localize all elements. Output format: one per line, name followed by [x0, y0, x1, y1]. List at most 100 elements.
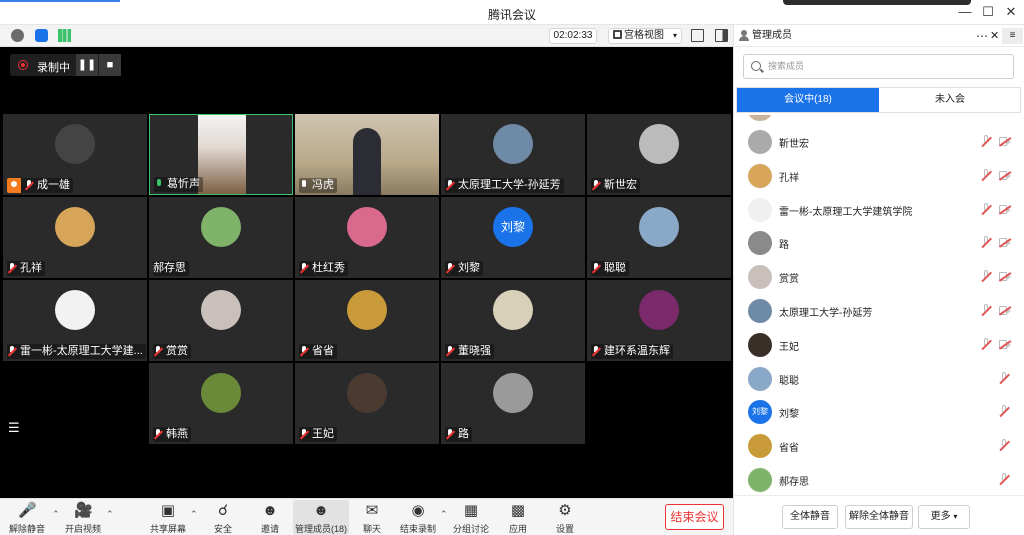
participant-tile[interactable]: 建环系温东辉	[587, 280, 731, 361]
search-members-input[interactable]: 搜索成员	[743, 54, 1014, 79]
participant-name-tag: 孔祥	[7, 261, 45, 276]
participant-tile[interactable]: 刘黎 刘黎	[441, 197, 585, 278]
breakout-button[interactable]: ▦ 分组讨论	[451, 500, 491, 535]
invite-button[interactable]: ☻ 邀请	[257, 500, 283, 535]
avatar: 刘黎	[748, 400, 772, 425]
mic-muted-icon[interactable]	[980, 337, 992, 351]
mic-muted-icon	[299, 346, 310, 357]
member-row[interactable]: 靳世宏	[734, 125, 1024, 159]
member-row[interactable]: 刘黎 刘黎	[734, 395, 1024, 429]
participant-tile[interactable]: 葛忻声	[149, 114, 293, 195]
security-shield-icon[interactable]	[35, 29, 48, 42]
mic-muted-icon[interactable]	[980, 135, 992, 148]
camera-off-icon[interactable]	[998, 339, 1012, 350]
camera-off-icon[interactable]	[998, 137, 1012, 147]
chevron-up-icon[interactable]: ⌃	[52, 509, 60, 520]
gear-button[interactable]: ⚙ 设置	[548, 500, 582, 535]
signal-strength-icon[interactable]	[58, 29, 71, 42]
mic-muted-icon[interactable]	[980, 168, 992, 182]
member-row[interactable]: 聪聪	[734, 362, 1024, 396]
control-label: 邀请	[260, 524, 279, 534]
participant-tile[interactable]: 董晓强	[441, 280, 585, 361]
participant-tile[interactable]: 冯虎	[295, 114, 439, 195]
member-row[interactable]: 王妃	[734, 328, 1024, 362]
participant-tile[interactable]: 雷一彬-太原理工大学建...	[3, 280, 147, 361]
member-row[interactable]: 雷一彬-太原理工大学建筑学院	[734, 193, 1024, 227]
info-icon[interactable]	[11, 29, 24, 42]
member-row[interactable]: 孔祥	[734, 159, 1024, 193]
maximize-icon[interactable]: ☐	[980, 4, 996, 20]
panel-footer: 全体静音 解除全体静音 更多 ▾	[734, 495, 1024, 535]
more-button[interactable]: 更多 ▾	[918, 505, 970, 529]
mic-muted-icon[interactable]	[980, 236, 992, 249]
toggle-sidebar-icon[interactable]	[715, 29, 728, 42]
mic-muted-icon[interactable]	[998, 473, 1010, 486]
control-label: 聊天	[362, 524, 381, 534]
participant-name-tag: 雷一彬-太原理工大学建...	[7, 344, 146, 359]
end-meeting-button[interactable]: 结束会议	[665, 504, 724, 530]
pause-recording-button[interactable]: ❚❚	[76, 54, 98, 76]
mic-muted-icon[interactable]	[998, 371, 1010, 385]
member-row[interactable]: 赏赏	[734, 260, 1024, 294]
participant-name: 王妃	[312, 428, 334, 440]
chat-button[interactable]: ✉ 聊天	[357, 500, 387, 535]
member-name: 靳世宏	[779, 139, 809, 150]
member-row[interactable]: 郝存思	[734, 463, 1024, 495]
member-row[interactable]: 路	[734, 226, 1024, 260]
tab-not-joined[interactable]: 未入会	[879, 88, 1021, 112]
members-button[interactable]: ☻ 管理成员(18)	[293, 500, 349, 535]
unmute-all-button[interactable]: 解除全体静音	[845, 505, 913, 529]
chevron-up-icon[interactable]: ⌃	[440, 509, 448, 520]
participant-name-tag: 太原理工大学-孙延芳	[445, 178, 564, 193]
member-row[interactable]: 省省	[734, 429, 1024, 463]
avatar	[748, 366, 772, 391]
participant-tile[interactable]: 杜红秀	[295, 197, 439, 278]
participant-tile[interactable]: 赏赏	[149, 280, 293, 361]
chevron-up-icon[interactable]: ⌃	[106, 509, 114, 520]
share-screen-button[interactable]: ▣ 共享屏幕	[148, 500, 188, 535]
avatar	[493, 124, 533, 164]
participant-tile[interactable]: 孔祥	[3, 197, 147, 278]
participant-name-tag: 韩燕	[153, 427, 191, 442]
avatar	[748, 231, 772, 256]
close-panel-icon[interactable]: ✕	[990, 25, 999, 47]
recording-dot-icon	[18, 60, 28, 70]
close-icon[interactable]: ✕	[1003, 4, 1019, 20]
tab-in-meeting[interactable]: 会议中(18)	[737, 88, 879, 112]
participant-tile[interactable]: 成一雄	[3, 114, 147, 195]
camera-off-icon[interactable]	[998, 238, 1012, 248]
list-menu-icon[interactable]: ☰	[8, 420, 20, 436]
camera-off-button[interactable]: 🎥 开启视频	[61, 500, 105, 535]
mic-muted-icon[interactable]	[980, 202, 992, 216]
shield-button[interactable]: ☌ 安全	[208, 500, 238, 535]
camera-off-icon[interactable]	[998, 272, 1012, 282]
participant-tile[interactable]: 靳世宏	[587, 114, 731, 195]
participant-tile[interactable]: 太原理工大学-孙延芳	[441, 114, 585, 195]
mic-muted-icon[interactable]	[980, 270, 992, 283]
participant-tile[interactable]: 路	[441, 363, 585, 444]
mic-muted-icon[interactable]	[980, 304, 992, 317]
participant-name: 太原理工大学-孙延芳	[458, 179, 561, 191]
mute-all-button[interactable]: 全体静音	[782, 505, 838, 529]
view-mode-dropdown[interactable]: 宫格视图 ▾	[608, 28, 682, 44]
camera-off-icon[interactable]	[998, 306, 1012, 316]
participant-tile[interactable]: 韩燕	[149, 363, 293, 444]
camera-off-icon[interactable]	[998, 170, 1012, 181]
minimize-icon[interactable]: —	[957, 4, 973, 20]
member-row[interactable]: 太原理工大学-孙延芳	[734, 294, 1024, 328]
participant-tile[interactable]: 王妃	[295, 363, 439, 444]
chevron-up-icon[interactable]: ⌃	[190, 509, 198, 520]
fullscreen-icon[interactable]	[691, 29, 704, 42]
mic-muted-icon[interactable]	[998, 405, 1010, 418]
menu-icon[interactable]: ≡	[1002, 28, 1023, 44]
stop-recording-button[interactable]: ■	[99, 54, 121, 76]
participant-tile[interactable]: 省省	[295, 280, 439, 361]
participant-tile[interactable]: 聪聪	[587, 197, 731, 278]
more-options-icon[interactable]: ⋯	[976, 25, 988, 47]
apps-button[interactable]: ▩ 应用	[503, 500, 533, 535]
stop-record-button[interactable]: ◉ 结束录制	[398, 500, 438, 535]
camera-off-icon[interactable]	[998, 204, 1012, 214]
mic-off-button[interactable]: 🎤 解除静音	[4, 500, 50, 535]
mic-muted-icon[interactable]	[998, 439, 1010, 452]
participant-tile[interactable]: 郝存思	[149, 197, 293, 278]
